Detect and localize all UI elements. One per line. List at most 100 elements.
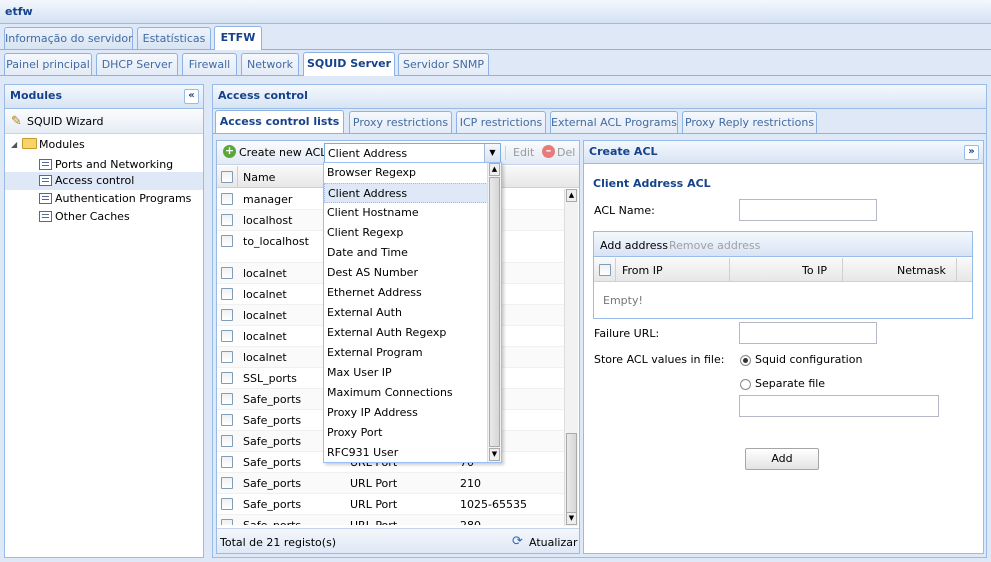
scroll-up-icon[interactable]: ▲ (489, 163, 500, 176)
tab-icp-restrictions[interactable]: ICP restrictions (456, 111, 546, 133)
add-acl-button[interactable]: Add (745, 448, 819, 470)
table-row[interactable]: Safe_ports URL Port 280 (217, 515, 565, 525)
module-icon (39, 175, 52, 186)
modules-panel: Modules « ✎ SQUID Wizard ◢ Modules Ports… (4, 84, 204, 558)
dropdown-option[interactable]: External Auth Regexp (324, 323, 488, 343)
col-netmask[interactable]: Netmask (897, 264, 946, 277)
row-checkbox[interactable] (221, 519, 233, 525)
tree-item-access-control[interactable]: Access control (5, 172, 203, 190)
refresh-button[interactable]: Atualizar (529, 536, 578, 549)
col-header-name[interactable]: Name (243, 171, 275, 184)
radio-squid-config-label[interactable]: Squid configuration (755, 353, 862, 366)
dropdown-option[interactable]: External Auth (324, 303, 488, 323)
row-checkbox[interactable] (221, 456, 233, 468)
col-to-ip[interactable]: To IP (802, 264, 827, 277)
row-name: SSL_ports (243, 372, 297, 385)
row-checkbox[interactable] (221, 309, 233, 321)
col-from-ip[interactable]: From IP (622, 264, 663, 277)
scroll-down-icon[interactable]: ▼ (489, 448, 500, 461)
tree-item-authentication[interactable]: Authentication Programs (5, 190, 203, 208)
radio-squid-config[interactable] (740, 355, 751, 366)
tree-expand-icon[interactable]: ◢ (11, 140, 17, 149)
delete-button[interactable]: Del (557, 146, 575, 159)
tree-item-other-caches[interactable]: Other Caches (5, 208, 203, 226)
row-checkbox[interactable] (221, 414, 233, 426)
modules-panel-header: Modules « (5, 85, 203, 109)
tab-main-panel[interactable]: Painel principal (4, 53, 92, 75)
failure-url-input[interactable] (739, 322, 877, 344)
create-acl-button[interactable]: Create new ACL (239, 146, 326, 159)
row-checkbox[interactable] (221, 267, 233, 279)
tab-statistics[interactable]: Estatísticas (137, 27, 211, 49)
row-checkbox[interactable] (221, 498, 233, 510)
scroll-up-icon[interactable]: ▲ (566, 189, 577, 202)
dropdown-option[interactable]: Client Address (324, 183, 488, 203)
tab-acl-lists[interactable]: Access control lists (215, 110, 344, 134)
separate-file-input[interactable] (739, 395, 939, 417)
row-name: to_localhost (243, 235, 309, 248)
tree-root-label[interactable]: Modules (39, 138, 85, 151)
select-all-checkbox[interactable] (221, 171, 233, 183)
acl-name-input[interactable] (739, 199, 877, 221)
dropdown-option[interactable]: Maximum Connections (324, 383, 488, 403)
create-acl-header: Create ACL » (584, 141, 983, 164)
tab-external-acl[interactable]: External ACL Programs (550, 111, 678, 133)
dropdown-option[interactable]: Client Hostname (324, 203, 488, 223)
row-checkbox[interactable] (221, 393, 233, 405)
dropdown-scrollbar[interactable]: ▲ ▼ (487, 163, 501, 462)
dropdown-option[interactable]: Proxy IP Address (324, 403, 488, 423)
access-control-title: Access control (218, 89, 308, 102)
dropdown-option[interactable]: External Program (324, 343, 488, 363)
table-row[interactable]: Safe_ports URL Port 1025-65535 (217, 494, 565, 515)
tab-proxy-reply[interactable]: Proxy Reply restrictions (682, 111, 817, 133)
tab-proxy-restrictions[interactable]: Proxy restrictions (349, 111, 452, 133)
col-divider (729, 258, 730, 282)
row-value: 210 (460, 477, 481, 490)
dropdown-option[interactable]: Max User IP (324, 363, 488, 383)
remove-address-button[interactable]: Remove address (669, 239, 760, 252)
squid-wizard-button[interactable]: SQUID Wizard (27, 115, 103, 128)
scroll-thumb[interactable] (489, 177, 500, 447)
dropdown-option[interactable]: RFC931 User (324, 443, 488, 463)
radio-separate-file[interactable] (740, 379, 751, 390)
row-type: URL Port (350, 498, 398, 511)
acl-grid-scrollbar[interactable]: ▲ ▼ (564, 189, 578, 526)
tab-server-info[interactable]: Informação do servidor (4, 27, 133, 49)
radio-separate-file-label[interactable]: Separate file (755, 377, 825, 390)
address-select-all-checkbox[interactable] (599, 264, 611, 276)
tab-network[interactable]: Network (241, 53, 299, 75)
table-row[interactable]: Safe_ports URL Port 210 (217, 473, 565, 494)
dropdown-option[interactable]: Proxy Port (324, 423, 488, 443)
scroll-down-icon[interactable]: ▼ (566, 512, 577, 525)
tab-dhcp-server[interactable]: DHCP Server (96, 53, 178, 75)
dropdown-option[interactable]: Ethernet Address (324, 283, 488, 303)
tab-snmp-server[interactable]: Servidor SNMP (398, 53, 489, 75)
add-address-button[interactable]: Add address (600, 239, 668, 252)
tab-squid-server[interactable]: SQUID Server (303, 52, 395, 76)
chevron-down-icon[interactable]: ▼ (484, 144, 500, 162)
dropdown-option[interactable]: Dest AS Number (324, 263, 488, 283)
row-name: Safe_ports (243, 519, 301, 525)
wand-icon: ✎ (11, 114, 22, 129)
row-checkbox[interactable] (221, 477, 233, 489)
acl-type-combo[interactable]: Client Address ▼ (324, 143, 501, 163)
expand-right-icon[interactable]: » (964, 145, 979, 160)
row-checkbox[interactable] (221, 193, 233, 205)
tab-firewall[interactable]: Firewall (182, 53, 237, 75)
scroll-thumb[interactable] (566, 433, 577, 513)
row-checkbox[interactable] (221, 214, 233, 226)
row-checkbox[interactable] (221, 372, 233, 384)
row-checkbox[interactable] (221, 235, 233, 247)
collapse-left-icon[interactable]: « (184, 89, 199, 104)
dropdown-option[interactable]: Browser Regexp (324, 163, 488, 183)
edit-button[interactable]: Edit (513, 146, 534, 159)
tab-etfw[interactable]: ETFW (214, 26, 262, 50)
row-checkbox[interactable] (221, 330, 233, 342)
row-checkbox[interactable] (221, 288, 233, 300)
row-checkbox[interactable] (221, 435, 233, 447)
row-checkbox[interactable] (221, 351, 233, 363)
dropdown-option[interactable]: Date and Time (324, 243, 488, 263)
acl-name-label: ACL Name: (594, 204, 655, 217)
tree-item-label: Other Caches (55, 210, 130, 223)
dropdown-option[interactable]: Client Regexp (324, 223, 488, 243)
